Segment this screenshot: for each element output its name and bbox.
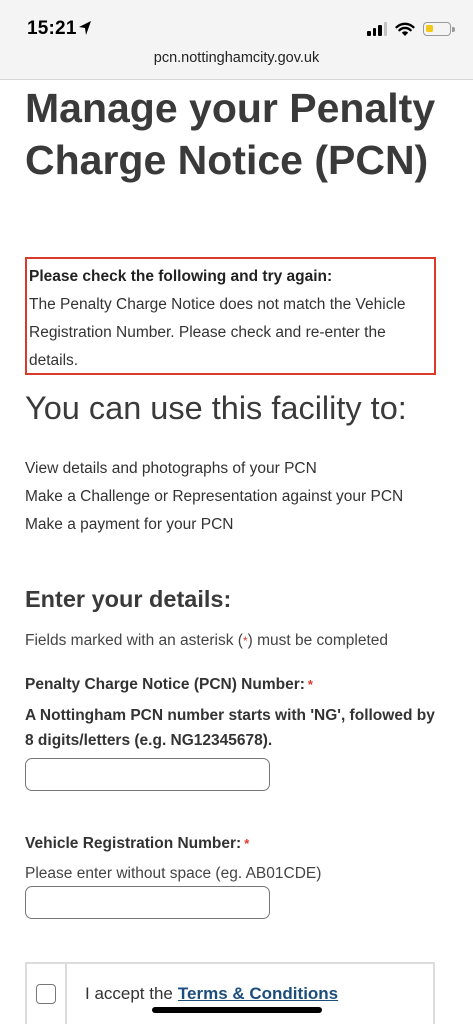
terms-prefix: I accept the xyxy=(85,984,173,1003)
required-fields-note: Fields marked with an asterisk (*) must … xyxy=(25,632,388,650)
cellular-signal-icon xyxy=(367,22,387,36)
note-text-end: ) must be completed xyxy=(247,632,389,649)
error-text: The Penalty Charge Notice does not match… xyxy=(29,296,406,369)
browser-top-bar: 15:21 pcn.nottinghamcity.gov.uk xyxy=(0,0,473,80)
wifi-icon xyxy=(395,22,415,36)
facility-item: View details and photographs of your PCN xyxy=(25,460,317,477)
terms-label: I accept the Terms & Conditions xyxy=(67,964,338,1024)
vehicle-registration-hint: Please enter without space (eg. AB01CDE) xyxy=(25,865,322,882)
facility-item: Make a Challenge or Representation again… xyxy=(25,488,404,505)
terms-checkbox-cell xyxy=(27,964,67,1024)
pcn-number-hint: A Nottingham PCN number starts with 'NG'… xyxy=(25,707,435,749)
facility-heading: You can use this facility to: xyxy=(25,390,407,426)
vehicle-registration-input[interactable] xyxy=(25,886,270,919)
error-message-box: Please check the following and try again… xyxy=(25,257,436,375)
pcn-number-label: Penalty Charge Notice (PCN) Number: * xyxy=(25,676,313,694)
note-text-start: Fields marked with an asterisk ( xyxy=(25,632,243,649)
reg-label-text: Vehicle Registration Number: xyxy=(25,835,242,852)
required-asterisk: * xyxy=(244,836,250,851)
pcn-label-text: Penalty Charge Notice (PCN) Number: xyxy=(25,676,305,693)
terms-row: I accept the Terms & Conditions xyxy=(25,962,435,1024)
facility-list: View details and photographs of your PCN… xyxy=(25,455,445,539)
status-time: 15:21 xyxy=(27,18,77,39)
address-bar-url[interactable]: pcn.nottinghamcity.gov.uk xyxy=(0,50,473,66)
location-arrow-icon xyxy=(79,21,91,35)
vehicle-registration-label: Vehicle Registration Number: * xyxy=(25,835,249,853)
pcn-number-input[interactable] xyxy=(25,758,270,791)
terms-checkbox[interactable] xyxy=(36,984,56,1004)
terms-and-conditions-link[interactable]: Terms & Conditions xyxy=(178,984,338,1004)
page-title: Manage your Penalty Charge Notice (PCN) xyxy=(25,85,436,183)
battery-level xyxy=(426,25,433,32)
battery-icon xyxy=(423,22,455,36)
facility-item: Make a payment for your PCN xyxy=(25,516,234,533)
details-heading: Enter your details: xyxy=(25,586,232,612)
status-icons xyxy=(367,18,455,40)
required-asterisk: * xyxy=(307,677,313,692)
home-indicator xyxy=(152,1007,322,1013)
error-title: Please check the following and try again… xyxy=(29,268,333,285)
